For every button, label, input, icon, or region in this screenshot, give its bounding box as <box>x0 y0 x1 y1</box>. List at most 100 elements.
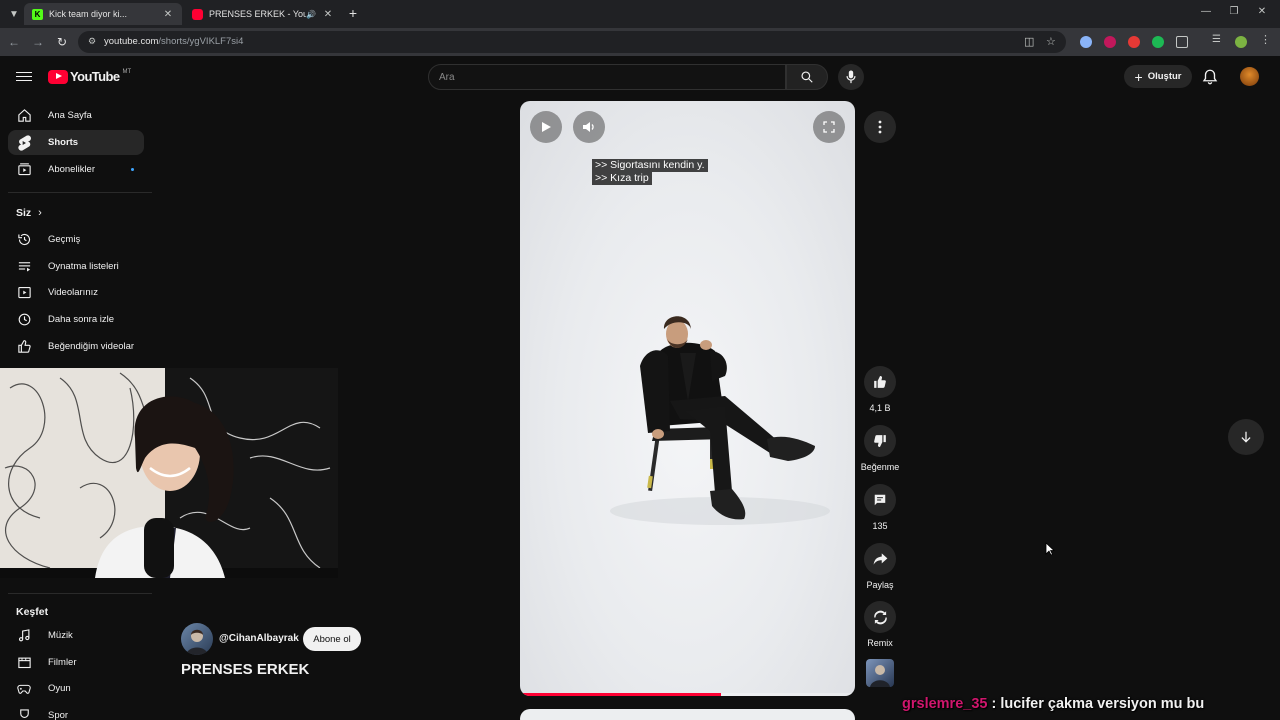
sidebar-item-label: Spor <box>48 710 69 720</box>
sidebar-item-history[interactable]: Geçmiş <box>8 227 144 252</box>
video-progress-bar[interactable] <box>520 693 855 696</box>
next-short-preview[interactable] <box>520 709 855 720</box>
thumbs-down-icon <box>874 435 886 447</box>
close-window-icon[interactable]: ✕ <box>1254 6 1270 17</box>
mouse-cursor-icon <box>1045 542 1055 556</box>
liked-videos-icon <box>16 339 32 355</box>
section-heading: Keşfet <box>16 606 49 618</box>
extensions-puzzle-icon[interactable] <box>1176 36 1188 48</box>
share-arrow-icon <box>873 553 887 565</box>
logo-text: YouTube <box>70 69 120 84</box>
subscribe-button[interactable]: Abone ol <box>303 627 361 651</box>
plus-icon: + <box>1134 68 1143 85</box>
video-frame <box>610 316 830 525</box>
movies-icon <box>16 655 32 671</box>
remix-icon <box>873 610 887 624</box>
speaker-icon[interactable]: 🔊 <box>306 10 316 19</box>
sidebar-item-label: Oynatma listeleri <box>48 261 119 272</box>
more-actions-button[interactable] <box>864 111 896 143</box>
account-avatar[interactable] <box>1240 67 1259 86</box>
shorts-icon <box>16 134 32 151</box>
sound-thumbnail[interactable] <box>866 659 894 687</box>
sidebar-item-home[interactable]: Ana Sayfa <box>8 103 144 128</box>
profile-avatar[interactable] <box>1235 36 1247 48</box>
sidebar-item-liked-videos[interactable]: Beğendiğim videolar <box>8 334 144 359</box>
back-icon[interactable]: ← <box>6 34 22 50</box>
sidebar-item-music[interactable]: Müzik <box>8 623 144 648</box>
address-bar[interactable]: ⚙ youtube.com/shorts/ygVIKLF7si4 ◫ ☆ <box>78 31 1066 53</box>
more-vert-icon <box>878 120 882 134</box>
browser-tab-strip: ▼ K Kick team diyor ki... ✕ PRENSES ERKE… <box>0 0 1280 28</box>
youtube-logo[interactable]: YouTube MT <box>48 69 131 84</box>
sports-icon <box>16 708 32 720</box>
close-tab-icon[interactable]: ✕ <box>322 9 334 20</box>
extension-icon[interactable] <box>1128 36 1140 48</box>
history-icon <box>16 232 32 248</box>
create-button[interactable]: + Oluştur <box>1124 65 1192 88</box>
voice-search-button[interactable] <box>838 64 864 90</box>
gaming-icon <box>16 681 32 697</box>
search-button[interactable] <box>786 64 828 90</box>
sidebar-divider <box>8 192 152 193</box>
fullscreen-button[interactable] <box>813 111 845 143</box>
channel-name[interactable]: @CihanAlbayrak <box>219 633 299 644</box>
new-tab-button[interactable]: + <box>344 5 362 23</box>
extension-icon[interactable] <box>1080 36 1092 48</box>
search-input[interactable] <box>439 65 779 89</box>
like-button[interactable] <box>864 366 896 398</box>
shorts-video-player[interactable]: >> Sigortasını kendin y. >> Kıza trip <box>520 101 855 696</box>
browser-tab-kick[interactable]: K Kick team diyor ki... ✕ <box>24 3 182 25</box>
bookmark-star-icon[interactable]: ☆ <box>1046 35 1056 48</box>
sidebar-item-watch-later[interactable]: Daha sonra izle <box>8 307 144 332</box>
extension-icon[interactable] <box>1152 36 1164 48</box>
play-button[interactable] <box>530 111 562 143</box>
next-short-button[interactable] <box>1228 419 1264 455</box>
sidebar-item-subscriptions[interactable]: Abonelikler <box>8 157 144 182</box>
sidebar-item-label: Shorts <box>48 137 79 148</box>
extension-icon[interactable] <box>1104 36 1116 48</box>
tab-title: Kick team diyor ki... <box>49 9 128 19</box>
webcam-overlay <box>0 368 338 578</box>
channel-avatar[interactable] <box>181 623 213 655</box>
guide-menu-icon[interactable] <box>16 69 32 83</box>
minimize-icon[interactable]: — <box>1198 6 1214 17</box>
sidebar-item-your-videos[interactable]: Videolarınız <box>8 280 144 305</box>
section-heading: Siz <box>16 207 32 219</box>
site-info-icon[interactable]: ⚙ <box>86 36 98 48</box>
video-progress-fill <box>520 693 721 696</box>
sidebar-item-sports[interactable]: Spor <box>8 703 144 720</box>
remix-button[interactable] <box>864 601 896 633</box>
comment-count: 135 <box>872 521 888 531</box>
browser-toolbar: ← → ↻ ⚙ youtube.com/shorts/ygVIKLF7si4 ◫… <box>0 28 1280 56</box>
sidebar-item-label: Abonelikler <box>48 164 95 175</box>
share-label: Paylaş <box>866 580 894 590</box>
sidebar-item-movies[interactable]: Filmler <box>8 650 144 675</box>
install-app-icon[interactable]: ◫ <box>1024 35 1034 48</box>
chat-message: grslemre_35 : lucifer çakma versiyon mu … <box>902 696 1204 712</box>
reload-icon[interactable]: ↻ <box>54 34 70 50</box>
comments-button[interactable] <box>864 484 896 516</box>
sidebar-item-shorts[interactable]: Shorts <box>8 130 144 155</box>
forward-icon[interactable]: → <box>30 34 46 50</box>
close-tab-icon[interactable]: ✕ <box>162 9 174 20</box>
volume-button[interactable] <box>573 111 605 143</box>
browser-tab-youtube[interactable]: PRENSES ERKEK - YouTube 🔊 ✕ <box>184 3 342 25</box>
youtube-icon <box>192 8 203 20</box>
sidebar-section-you[interactable]: Siz › <box>16 207 42 219</box>
share-button[interactable] <box>864 543 896 575</box>
your-videos-icon <box>16 285 32 301</box>
media-control-icon[interactable]: ☰ <box>1212 34 1224 46</box>
remix-label: Remix <box>867 638 893 648</box>
restore-icon[interactable]: ❐ <box>1226 6 1242 17</box>
notifications-bell-icon[interactable] <box>1201 68 1219 86</box>
search-box <box>428 64 786 90</box>
chat-text: : lucifer çakma versiyon mu bu <box>991 696 1205 712</box>
sidebar-item-gaming[interactable]: Oyun <box>8 676 144 701</box>
tab-search-icon[interactable]: ▼ <box>6 6 22 22</box>
sidebar-item-playlists[interactable]: Oynatma listeleri <box>8 254 144 279</box>
url-text: youtube.com/shorts/ygVIKLF7si4 <box>104 36 244 47</box>
sidebar-item-label: Müzik <box>48 630 73 641</box>
dislike-button[interactable] <box>864 425 896 457</box>
browser-menu-icon[interactable]: ⋮ <box>1260 33 1272 46</box>
search-icon <box>801 71 813 83</box>
